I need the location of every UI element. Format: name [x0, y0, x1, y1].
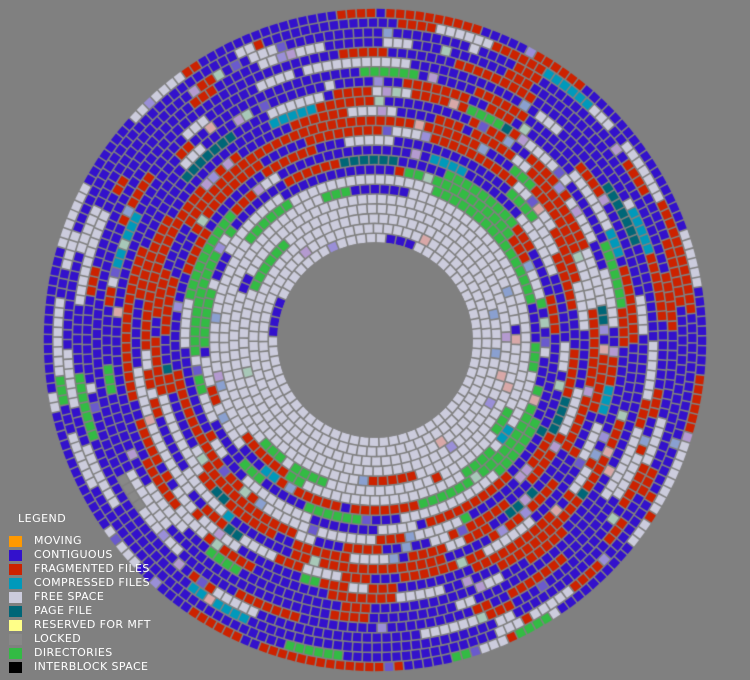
legend-label-interblock: INTERBLOCK SPACE — [34, 660, 149, 673]
legend-label-free: FREE SPACE — [34, 590, 105, 603]
legend-list: MOVING CONTIGUOUS FRAGMENTED FILES COMPRESS… — [0, 534, 180, 674]
legend-item-free: FREE SPACE — [0, 590, 180, 604]
legend-swatch-moving — [9, 536, 22, 547]
legend-item-pagefile: PAGE FILE — [0, 604, 180, 618]
legend-item-directories: DIRECTORIES — [0, 646, 180, 660]
legend-label-contiguous: CONTIGUOUS — [34, 548, 113, 561]
legend-item-interblock: INTERBLOCK SPACE — [0, 660, 180, 674]
legend-label-mft: RESERVED FOR MFT — [34, 618, 151, 631]
legend-label-compressed: COMPRESSED FILES — [34, 576, 150, 589]
legend-item-fragmented: FRAGMENTED FILES — [0, 562, 180, 576]
legend-swatch-interblock — [9, 662, 22, 673]
legend-item-moving: MOVING — [0, 534, 180, 548]
legend-label-directories: DIRECTORIES — [34, 646, 113, 659]
legend-label-locked: LOCKED — [34, 632, 82, 645]
legend-swatch-locked — [9, 634, 22, 645]
legend-item-compressed: COMPRESSED FILES — [0, 576, 180, 590]
legend-swatch-compressed — [9, 578, 22, 589]
legend-swatch-pagefile — [9, 606, 22, 617]
legend-item-mft: RESERVED FOR MFT — [0, 618, 180, 632]
legend-label-moving: MOVING — [34, 534, 82, 547]
legend-swatch-free — [9, 592, 22, 603]
legend-title: LEGEND — [18, 512, 67, 525]
legend-item-contiguous: CONTIGUOUS — [0, 548, 180, 562]
legend-label-fragmented: FRAGMENTED FILES — [34, 562, 150, 575]
legend-label-pagefile: PAGE FILE — [34, 604, 93, 617]
legend-swatch-contiguous — [9, 550, 22, 561]
legend-swatch-mft — [9, 620, 22, 631]
legend-item-locked: LOCKED — [0, 632, 180, 646]
legend-swatch-fragmented — [9, 564, 22, 575]
legend-swatch-directories — [9, 648, 22, 659]
